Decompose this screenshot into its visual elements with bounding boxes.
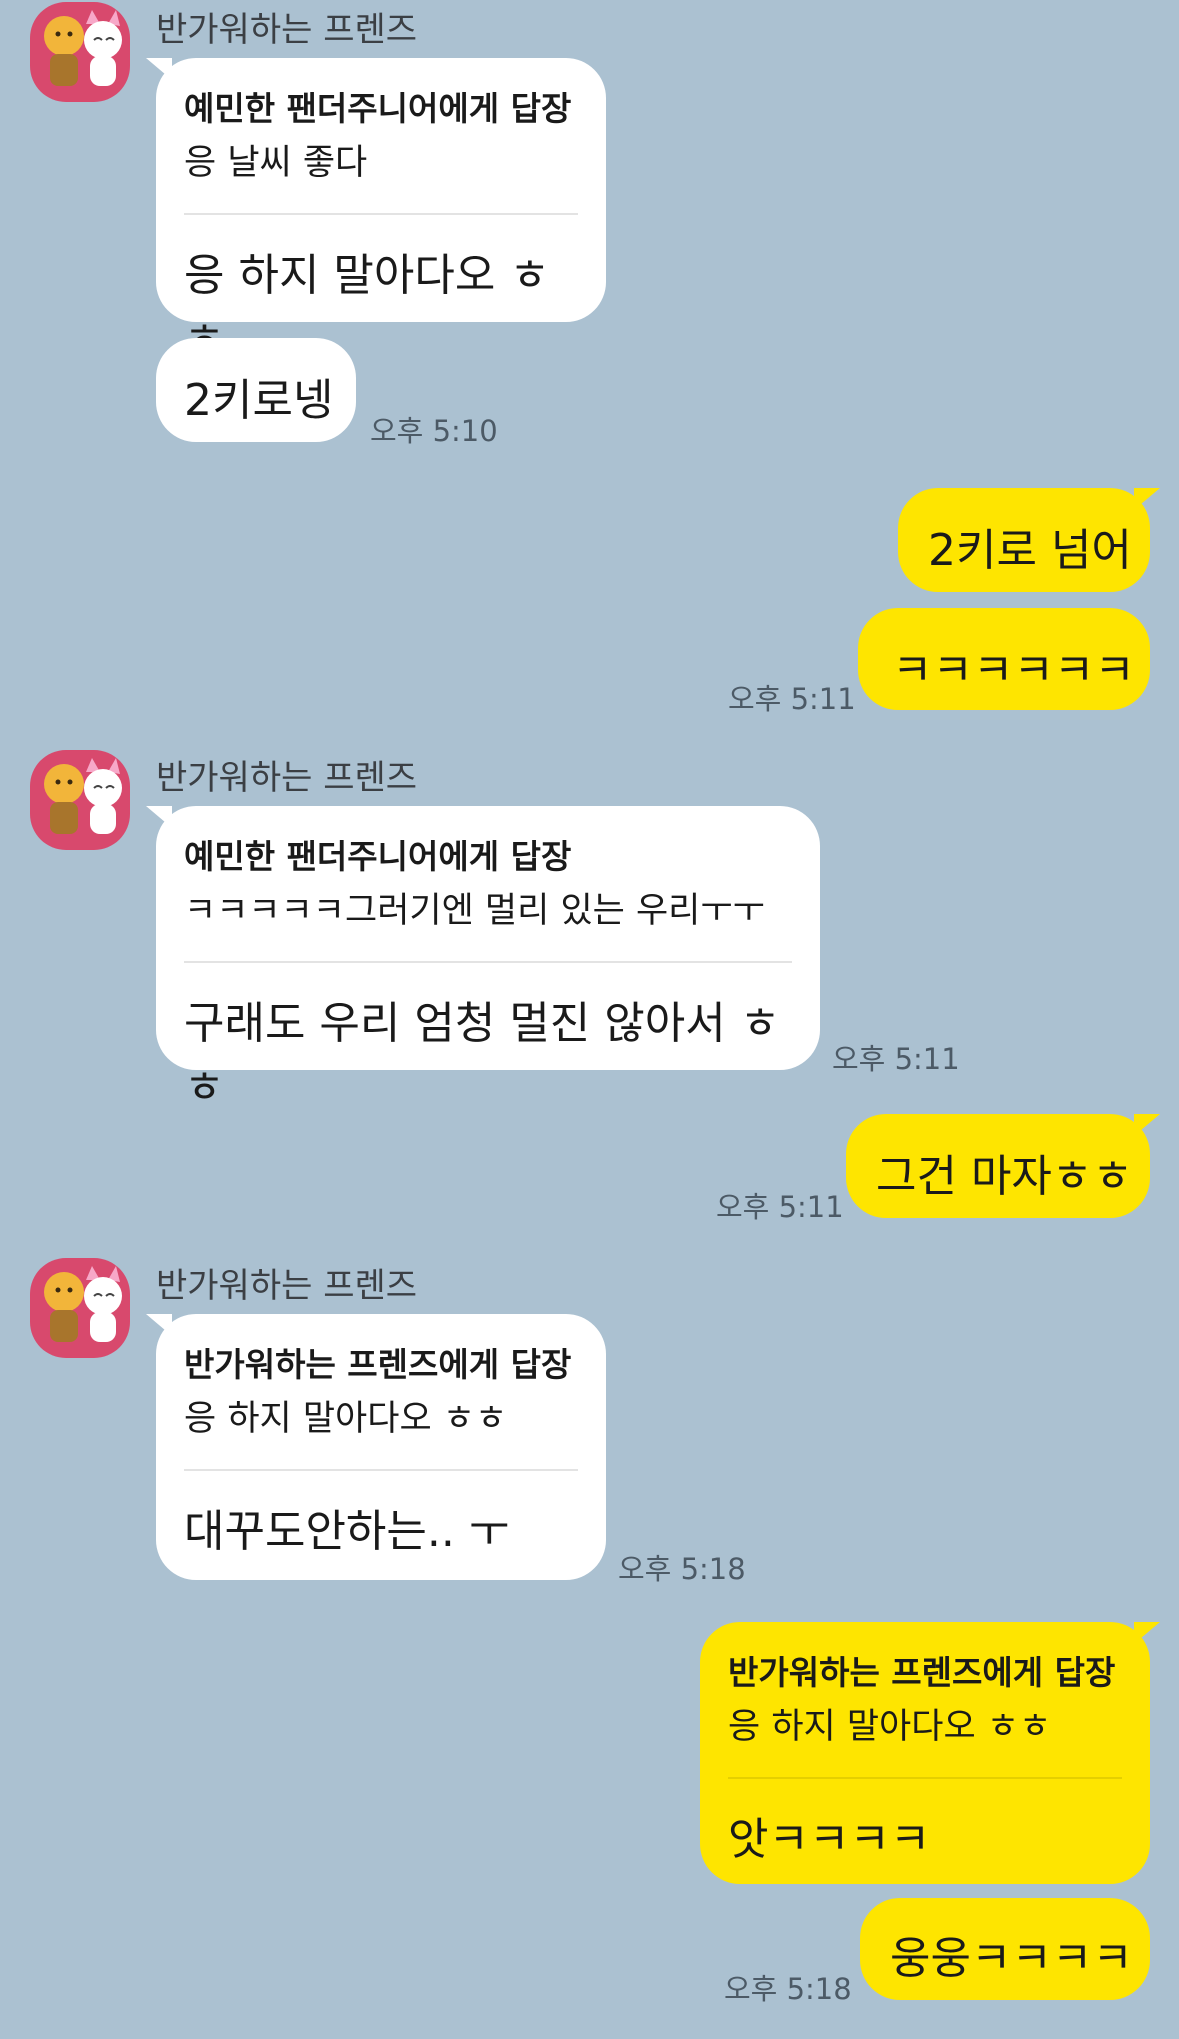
reply-to-label: 예민한 팬더주니어에게 답장	[184, 837, 572, 876]
sender-name: 반가워하는 프렌즈	[156, 758, 418, 798]
reply-message-bubble[interactable]: 반가워하는 프렌즈에게 답장 응 하지 말아다오 ㅎㅎ 대꾸도안하는.. ㅜ	[146, 1314, 606, 1580]
sender-name: 반가워하는 프렌즈	[156, 10, 418, 50]
message-time: 오후 5:10	[370, 414, 498, 448]
my-reply-message-bubble[interactable]: 반가워하는 프렌즈에게 답장 응 하지 말아다오 ㅎㅎ 앗ㅋㅋㅋㅋ	[700, 1622, 1160, 1884]
reply-divider	[184, 213, 578, 215]
reply-to-label: 예민한 팬더주니어에게 답장	[184, 89, 572, 128]
reply-to-label: 반가워하는 프렌즈에게 답장	[184, 1345, 572, 1384]
message-text: 2키로넹	[184, 375, 334, 426]
message-time: 오후 5:11	[716, 1190, 844, 1224]
message-bubble[interactable]: 2키로넹	[156, 338, 356, 442]
reply-text: 대꾸도안하는.. ㅜ	[184, 1506, 510, 1557]
reply-to-label: 반가워하는 프렌즈에게 답장	[728, 1653, 1116, 1692]
message-time: 오후 5:11	[832, 1042, 960, 1076]
my-message-bubble[interactable]: 웅웅ㅋㅋㅋㅋ	[860, 1898, 1150, 2000]
reply-quote: 응 하지 말아다오 ㅎㅎ	[184, 1399, 508, 1439]
my-message-bubble[interactable]: 그건 마자ㅎㅎ	[846, 1114, 1160, 1218]
reply-quote: 응 날씨 좋다	[184, 143, 368, 183]
reply-divider	[184, 1469, 578, 1471]
message-time: 오후 5:11	[728, 682, 856, 716]
friends-avatar-icon	[44, 1266, 122, 1342]
reply-divider	[728, 1777, 1122, 1779]
reply-text: 앗ㅋㅋㅋㅋ	[728, 1814, 931, 1865]
sender-name: 반가워하는 프렌즈	[156, 1266, 418, 1306]
reply-quote: ㅋㅋㅋㅋㅋ그러기엔 멀리 있는 우리ㅜㅜ	[184, 891, 765, 931]
message-text: 웅웅ㅋㅋㅋㅋ	[890, 1933, 1133, 1984]
message-time: 오후 5:18	[724, 1972, 852, 2006]
sender-avatar[interactable]	[30, 2, 130, 102]
my-message-bubble[interactable]: 2키로 넘어	[898, 488, 1160, 592]
message-time: 오후 5:18	[618, 1552, 746, 1586]
sender-avatar[interactable]	[30, 750, 130, 850]
friends-avatar-icon	[44, 10, 122, 86]
reply-message-bubble[interactable]: 예민한 팬더주니어에게 답장 ㅋㅋㅋㅋㅋ그러기엔 멀리 있는 우리ㅜㅜ 구래도 …	[146, 806, 820, 1113]
message-text: 그건 마자ㅎㅎ	[876, 1151, 1133, 1202]
reply-quote: 응 하지 말아다오 ㅎㅎ	[728, 1707, 1052, 1747]
friends-avatar-icon	[44, 758, 122, 834]
my-message-bubble[interactable]: ㅋㅋㅋㅋㅋㅋ	[858, 608, 1150, 710]
reply-text: 구래도 우리 엄청 멀진 않아서 ㅎㅎ	[184, 998, 781, 1113]
reply-divider	[184, 961, 792, 963]
message-text: 2키로 넘어	[928, 525, 1132, 576]
reply-message-bubble[interactable]: 예민한 팬더주니어에게 답장 응 날씨 좋다 응 하지 말아다오 ㅎㅎ	[146, 58, 606, 365]
message-text: ㅋㅋㅋㅋㅋㅋ	[892, 645, 1135, 696]
sender-avatar[interactable]	[30, 1258, 130, 1358]
